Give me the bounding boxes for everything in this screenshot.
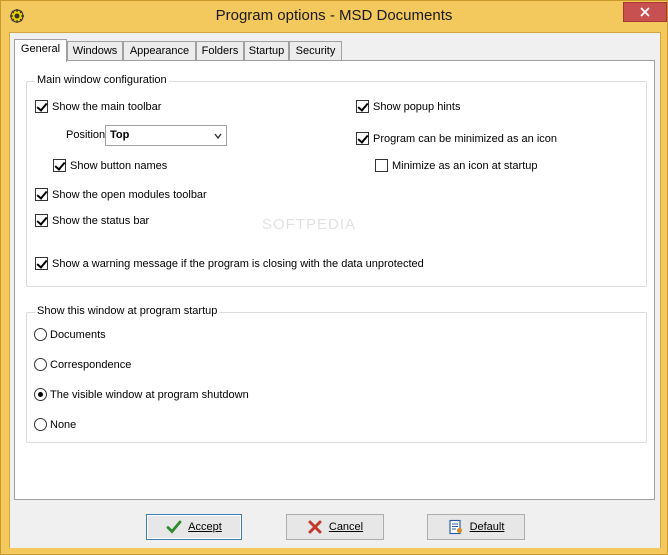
checkbox-label: Minimize as an icon at startup xyxy=(392,159,538,172)
default-button[interactable]: Default xyxy=(427,514,525,540)
checkbox-label: Show a warning message if the program is… xyxy=(52,257,424,270)
checkmark-icon xyxy=(166,520,182,534)
title-bar[interactable]: Program options - MSD Documents xyxy=(1,1,667,32)
tab-folders[interactable]: Folders xyxy=(196,41,244,61)
cross-icon xyxy=(308,520,322,534)
document-settings-icon xyxy=(448,519,462,535)
group-title-startup: Show this window at program startup xyxy=(35,305,220,317)
startup-option-none[interactable]: None xyxy=(34,418,76,431)
show-button-names-checkbox[interactable]: Show button names xyxy=(53,159,167,172)
window-frame: Program options - MSD Documents General … xyxy=(0,0,668,555)
checkbox-box[interactable] xyxy=(35,257,48,270)
default-label: Default xyxy=(469,521,505,533)
can-minimize-icon-checkbox[interactable]: Program can be minimized as an icon xyxy=(356,132,557,145)
cancel-button[interactable]: Cancel xyxy=(286,514,384,540)
position-label: Position xyxy=(66,129,106,141)
checkbox-box[interactable] xyxy=(35,214,48,227)
group-title-main-config: Main window configuration xyxy=(35,74,169,86)
close-button[interactable] xyxy=(623,2,667,22)
tab-startup[interactable]: Startup xyxy=(244,41,289,61)
radio-label: None xyxy=(50,418,77,431)
radio-button[interactable] xyxy=(34,328,47,341)
radio-label: The visible window at program shutdown xyxy=(50,388,249,401)
checkbox-label: Show popup hints xyxy=(373,100,461,113)
checkbox-label: Show the main toolbar xyxy=(52,100,162,113)
window-title: Program options - MSD Documents xyxy=(215,7,453,24)
show-main-toolbar-checkbox[interactable]: Show the main toolbar xyxy=(35,100,161,113)
tab-security[interactable]: Security xyxy=(289,41,342,61)
startup-option-documents[interactable]: Documents xyxy=(34,328,106,341)
accept-label: Accept xyxy=(188,521,222,533)
watermark: SOFTPEDIA xyxy=(262,216,357,233)
checkbox-label: Show the status bar xyxy=(52,214,150,227)
startup-window-group: Show this window at program startup xyxy=(26,305,647,443)
checkbox-box[interactable] xyxy=(35,188,48,201)
checkbox-label: Program can be minimized as an icon xyxy=(373,132,558,145)
checkbox-box[interactable] xyxy=(53,159,66,172)
radio-button[interactable] xyxy=(34,418,47,431)
cancel-label: Cancel xyxy=(328,521,364,533)
tab-panel-general: Main window configuration Show the main … xyxy=(14,60,655,500)
tab-general[interactable]: General xyxy=(14,39,67,62)
show-status-bar-checkbox[interactable]: Show the status bar xyxy=(35,214,149,227)
show-open-modules-toolbar-checkbox[interactable]: Show the open modules toolbar xyxy=(35,188,207,201)
checkbox-label: Show button names xyxy=(70,159,168,172)
radio-label: Documents xyxy=(50,328,106,341)
checkbox-box[interactable] xyxy=(35,100,48,113)
close-icon xyxy=(640,7,650,17)
position-select-value: Top xyxy=(110,129,130,141)
radio-button[interactable] xyxy=(34,388,47,401)
tab-appearance[interactable]: Appearance xyxy=(123,41,196,61)
dialog-client-area: General Windows Appearance Folders Start… xyxy=(9,32,661,548)
accept-button[interactable]: Accept xyxy=(146,514,242,540)
show-warning-checkbox[interactable]: Show a warning message if the program is… xyxy=(35,257,424,270)
startup-option-correspondence[interactable]: Correspondence xyxy=(34,358,131,371)
position-select[interactable]: Top xyxy=(105,125,227,146)
startup-option-visible-window[interactable]: The visible window at program shutdown xyxy=(34,388,249,401)
checkbox-box[interactable] xyxy=(375,159,388,172)
checkbox-label: Show the open modules toolbar xyxy=(52,188,207,201)
radio-label: Correspondence xyxy=(50,358,132,371)
radio-button[interactable] xyxy=(34,358,47,371)
chevron-down-icon xyxy=(214,133,222,140)
checkbox-box[interactable] xyxy=(356,100,369,113)
tab-windows[interactable]: Windows xyxy=(67,41,123,61)
checkbox-box[interactable] xyxy=(356,132,369,145)
minimize-at-startup-checkbox[interactable]: Minimize as an icon at startup xyxy=(375,159,538,172)
show-popup-hints-checkbox[interactable]: Show popup hints xyxy=(356,100,460,113)
